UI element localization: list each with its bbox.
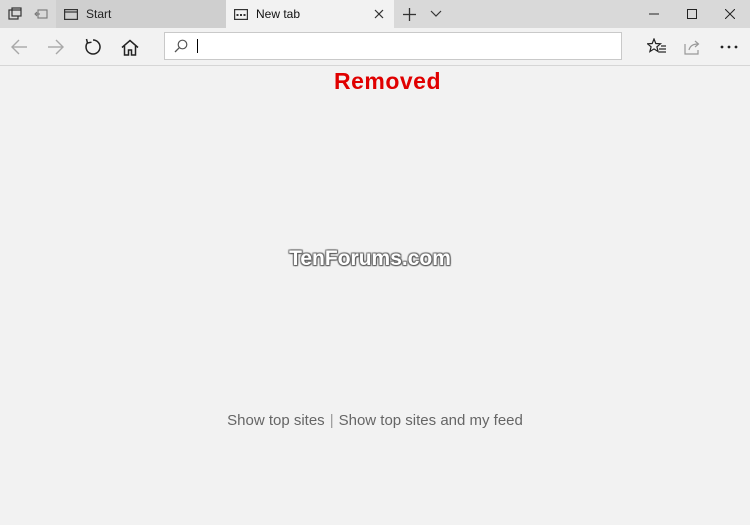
share-icon — [684, 40, 700, 55]
back-arrow-icon — [11, 39, 27, 55]
address-input[interactable] — [195, 36, 619, 58]
page-options: Show top sites | Show top sites and my fee… — [0, 412, 750, 429]
chevron-down-icon — [430, 10, 442, 17]
home-icon — [121, 39, 139, 56]
favorites-star-icon — [647, 38, 666, 53]
tab-preview-icon[interactable] — [6, 5, 24, 23]
forward-button[interactable] — [41, 32, 71, 62]
link-separator: | — [329, 412, 334, 429]
maximize-button[interactable] — [672, 0, 712, 28]
search-icon — [174, 39, 188, 53]
plus-icon — [402, 7, 416, 21]
favorites-button[interactable] — [642, 32, 672, 62]
tab-start[interactable]: Start — [56, 0, 226, 28]
show-top-sites-link[interactable]: Show top sites — [227, 412, 325, 429]
removed-annotation: Removed — [333, 68, 442, 94]
address-bar[interactable] — [164, 32, 622, 60]
close-window-button[interactable] — [710, 0, 750, 28]
tab-label: Start — [86, 7, 112, 21]
watermark: TenForums.com — [289, 247, 451, 270]
close-icon — [725, 9, 735, 19]
maximize-icon — [687, 9, 697, 19]
share-button[interactable] — [678, 32, 708, 62]
title-bar: Start New tab — [0, 0, 750, 28]
more-button[interactable] — [714, 32, 744, 62]
more-dots-icon — [720, 45, 738, 49]
text-caret — [197, 39, 198, 53]
home-button[interactable] — [115, 32, 145, 62]
tab-page-icon — [64, 8, 79, 20]
minimize-icon — [649, 13, 659, 15]
new-tab-button[interactable] — [396, 0, 422, 28]
tab-label: New tab — [256, 7, 301, 21]
set-tabs-aside-icon[interactable] — [32, 5, 50, 23]
tab-list-button[interactable] — [424, 0, 448, 28]
refresh-button[interactable] — [78, 32, 108, 62]
back-button[interactable] — [4, 32, 34, 62]
close-tab-icon[interactable] — [368, 3, 390, 25]
minimize-button[interactable] — [634, 0, 674, 28]
refresh-icon — [85, 38, 101, 55]
tab-page-icon — [234, 8, 249, 20]
navigation-bar — [0, 28, 750, 66]
forward-arrow-icon — [48, 39, 64, 55]
show-top-sites-and-feed-link[interactable]: Show top sites and my feed — [339, 412, 523, 429]
tab-new-tab[interactable]: New tab — [226, 0, 394, 28]
